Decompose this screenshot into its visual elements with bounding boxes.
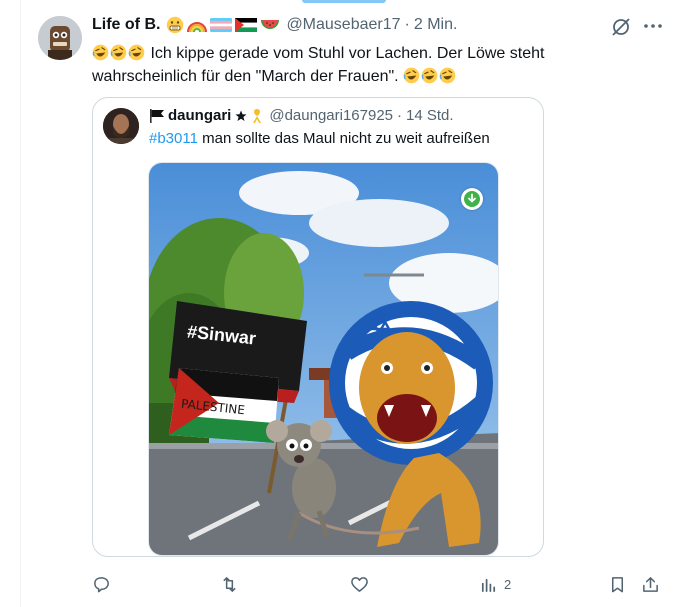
views-button[interactable]: 2 [479,572,511,596]
action-bar: 2 [92,572,664,596]
quote-time[interactable]: 14 Std. [406,107,454,124]
name-emojis [166,16,280,34]
views-count: 2 [504,576,512,592]
repost-button[interactable] [220,572,245,596]
black-flag-icon [150,108,164,123]
post-header: Life of B. @Mausebaer17 · 2 Min. [92,14,457,36]
heart-icon [351,576,368,592]
watermelon-icon [261,20,280,29]
quote-text-body: man sollte das Maul nicht zu weit aufrei… [197,130,490,147]
rolling-laughing-icon [128,44,145,61]
quote-handle[interactable]: @daungari167925 [269,107,393,124]
palestine-flag-icon [235,18,258,32]
quote-hashtag[interactable]: #b3011 [149,130,198,147]
share-icon [643,576,658,592]
star-icon [235,110,247,121]
quote-author-name[interactable]: daungari [168,107,231,124]
analytics-icon [481,578,496,592]
avatar[interactable] [38,16,82,60]
author-handle[interactable]: @Mausebaer17 [286,16,400,34]
laugh-emojis-lead [92,44,150,62]
author-name[interactable]: Life of B. [92,16,160,34]
rolling-laughing-icon [421,67,438,84]
top-indicator [302,0,386,3]
quote-avatar[interactable] [103,108,139,144]
separator-dot: · [404,16,410,33]
reply-button[interactable] [92,572,117,596]
trans-flag-icon [210,18,233,32]
quote-separator: · [397,107,403,124]
post-text: Ich kippe gerade vom Stuhl vor Lachen. D… [92,42,612,88]
rolling-laughing-icon [110,44,127,61]
reply-icon [94,576,109,592]
quote-header: daungari @daungari167925 · 14 Std. [149,107,454,124]
column-border [20,0,21,607]
quote-image [149,163,498,555]
rolling-laughing-icon [439,67,456,84]
share-button[interactable] [641,572,660,596]
download-icon[interactable] [461,188,483,210]
yellow-ribbon-icon [253,108,262,123]
repost-icon [223,576,236,592]
quote-text: #b3011 man sollte das Maul nicht zu weit… [149,130,490,147]
bookmark-button[interactable] [608,572,627,596]
quote-avatar-image [103,108,139,144]
rainbow-icon [187,22,208,33]
bookmark-icon [611,576,624,592]
avatar-image [38,16,82,60]
post-text-body: Ich kippe gerade vom Stuhl vor Lachen. D… [92,45,545,85]
rolling-laughing-icon [403,67,420,84]
post-time[interactable]: 2 Min. [414,16,458,34]
more-options-icon[interactable] [641,14,665,38]
grimacing-face-icon [167,16,184,34]
quoted-post[interactable]: daungari @daungari167925 · 14 Std. #b301… [92,97,544,557]
like-button[interactable] [350,572,375,596]
rolling-laughing-icon [92,44,109,61]
laugh-emojis-trail [403,67,457,85]
grok-icon[interactable] [610,16,632,38]
quote-media[interactable]: #Sinwar PALESTINE [148,162,499,556]
